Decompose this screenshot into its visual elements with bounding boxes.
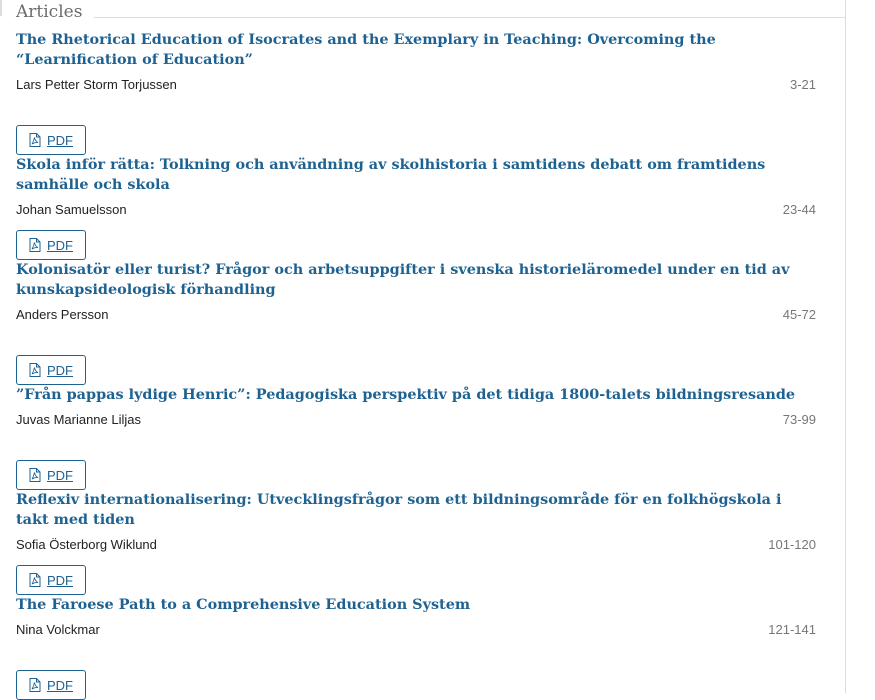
article-meta: Anders Persson 45-72	[16, 305, 816, 325]
pdf-galley-button[interactable]: PDF	[16, 355, 86, 385]
article-authors: Johan Samuelsson	[16, 202, 127, 217]
article-item: Kolonisatör eller turist? Frågor och arb…	[16, 260, 816, 385]
pdf-galley-label: PDF	[47, 677, 73, 693]
file-pdf-icon	[29, 468, 41, 482]
pdf-galley-label: PDF	[47, 572, 73, 588]
pdf-galley-button[interactable]: PDF	[16, 230, 86, 260]
article-pages: 3-21	[789, 77, 816, 92]
pdf-galley-label: PDF	[47, 132, 73, 148]
article-title-link[interactable]: The Faroese Path to a Comprehensive Educ…	[16, 595, 816, 615]
article-meta: Juvas Marianne Liljas 73-99	[16, 410, 816, 430]
issue-toc: Articles The Rhetorical Education of Iso…	[0, 0, 846, 700]
pdf-galley-label: PDF	[47, 237, 73, 253]
article-title-link[interactable]: Skola inför rätta: Tolkning och användni…	[16, 155, 816, 195]
article-title-link[interactable]: Reflexiv internationalisering: Utvecklin…	[16, 490, 816, 530]
article-pages: 101-120	[768, 537, 816, 552]
section-title: Articles	[16, 2, 95, 22]
article-meta: Johan Samuelsson 23-44	[16, 200, 816, 220]
pdf-galley-button[interactable]: PDF	[16, 670, 86, 700]
article-meta: Lars Petter Storm Torjussen 3-21	[16, 75, 816, 95]
file-pdf-icon	[29, 238, 41, 252]
file-pdf-icon	[29, 133, 41, 147]
article-pages: 23-44	[782, 202, 816, 217]
pdf-galley-button[interactable]: PDF	[16, 460, 86, 490]
article-meta: Nina Volckmar 121-141	[16, 620, 816, 640]
article-pages: 45-72	[782, 307, 816, 322]
file-pdf-icon	[29, 573, 41, 587]
article-authors: Nina Volckmar	[16, 622, 100, 637]
article-item: ”Från pappas lydige Henric”: Pedagogiska…	[16, 385, 816, 490]
article-title-link[interactable]: ”Från pappas lydige Henric”: Pedagogiska…	[16, 385, 816, 405]
article-pages: 73-99	[782, 412, 816, 427]
article-authors: Sofia Österborg Wiklund	[16, 537, 157, 552]
article-item: Skola inför rätta: Tolkning och användni…	[16, 155, 816, 260]
article-list: The Rhetorical Education of Isocrates an…	[16, 30, 816, 700]
pdf-galley-label: PDF	[47, 362, 73, 378]
pdf-galley-label: PDF	[47, 467, 73, 483]
article-meta: Sofia Österborg Wiklund 101-120	[16, 535, 816, 555]
article-item: Reflexiv internationalisering: Utvecklin…	[16, 490, 816, 595]
pdf-galley-button[interactable]: PDF	[16, 125, 86, 155]
file-pdf-icon	[29, 678, 41, 692]
article-authors: Lars Petter Storm Torjussen	[16, 77, 177, 92]
article-title-link[interactable]: Kolonisatör eller turist? Frågor och arb…	[16, 260, 816, 300]
article-authors: Juvas Marianne Liljas	[16, 412, 142, 427]
article-item: The Rhetorical Education of Isocrates an…	[16, 30, 816, 155]
section-divider	[88, 17, 845, 18]
file-pdf-icon	[29, 363, 41, 377]
pdf-galley-button[interactable]: PDF	[16, 565, 86, 595]
divider	[0, 0, 2, 16]
article-title-link[interactable]: The Rhetorical Education of Isocrates an…	[16, 30, 816, 70]
article-pages: 121-141	[768, 622, 816, 637]
article-item: The Faroese Path to a Comprehensive Educ…	[16, 595, 816, 700]
article-authors: Anders Persson	[16, 307, 109, 322]
